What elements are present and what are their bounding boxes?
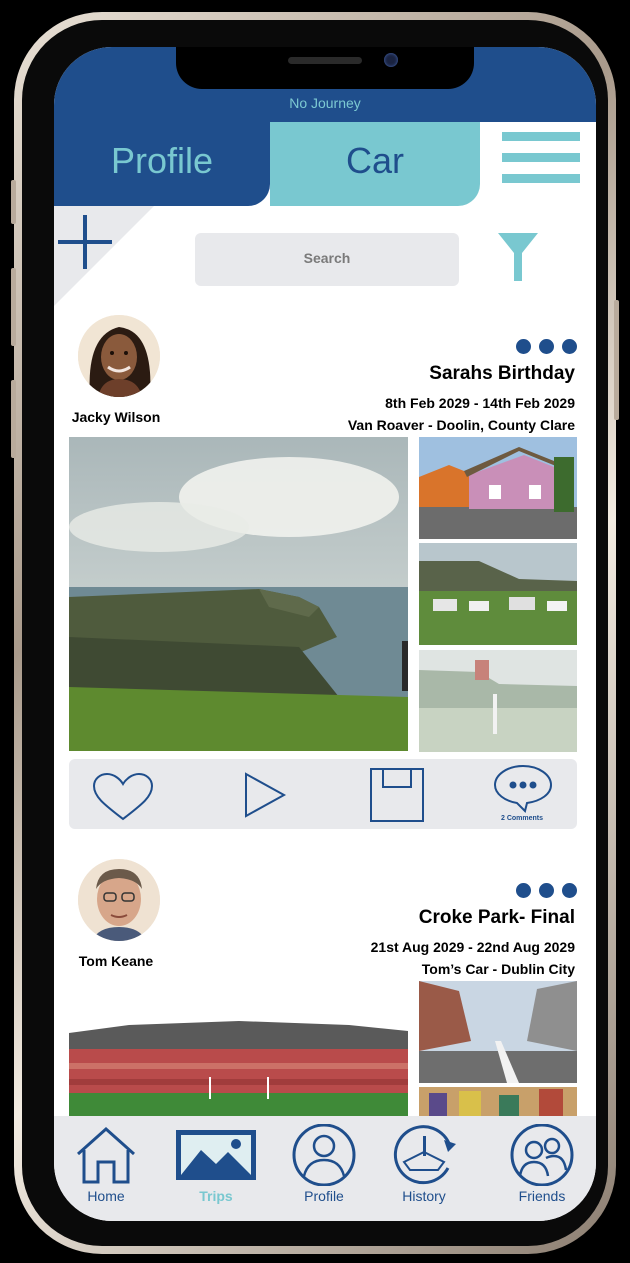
comments-count[interactable]: 2 Comments (501, 815, 543, 822)
nav-history[interactable]: History (374, 1116, 474, 1221)
trip-route: Tom’s Car - Dublin City (421, 961, 575, 977)
like-heart-icon[interactable] (91, 772, 155, 826)
bottom-navigation: Home Trips Profile History Friends (54, 1116, 596, 1221)
search-input[interactable]: Search (195, 233, 459, 286)
add-trip-plus-icon[interactable] (58, 215, 112, 269)
filter-icon[interactable] (498, 233, 538, 281)
hamburger-menu-icon[interactable] (502, 131, 582, 183)
nav-label: History (402, 1188, 446, 1204)
nav-label: Friends (518, 1188, 566, 1204)
post-action-bar: 2 Comments (69, 759, 577, 829)
image-icon (166, 1124, 266, 1186)
main-photo[interactable] (69, 437, 408, 751)
thumbnail-photo[interactable] (419, 437, 577, 539)
thumbnail-photo[interactable] (419, 543, 577, 645)
author-name: Jacky Wilson (71, 409, 161, 425)
nav-label: Trips (199, 1188, 233, 1204)
comments-icon[interactable] (493, 763, 553, 818)
save-icon[interactable] (369, 767, 425, 828)
app-screen: No Journey Profile Car Search Jacky Wils… (54, 47, 596, 1221)
nav-trips[interactable]: Trips (166, 1116, 266, 1221)
power-button (614, 300, 619, 420)
volume-down-button (11, 380, 16, 458)
notch (176, 47, 474, 89)
nav-label: Home (87, 1188, 125, 1204)
friends-icon (492, 1123, 592, 1187)
nav-home[interactable]: Home (56, 1116, 156, 1221)
trip-dates: 21st Aug 2029 - 22nd Aug 2029 (370, 939, 575, 955)
history-icon (374, 1124, 474, 1186)
nav-label: Profile (304, 1188, 344, 1204)
volume-up-button (11, 268, 16, 346)
person-icon (274, 1123, 374, 1187)
more-options-icon[interactable] (516, 339, 578, 355)
front-camera (384, 53, 398, 67)
trip-route: Van Roaver - Doolin, County Clare (347, 417, 575, 433)
thumbnail-photo[interactable] (419, 1087, 577, 1117)
mute-switch (11, 180, 16, 224)
house-icon (56, 1124, 156, 1186)
author-name: Tom Keane (78, 953, 154, 969)
search-placeholder: Search (303, 250, 351, 266)
trip-title: Croke Park- Final (418, 907, 575, 928)
trip-dates: 8th Feb 2029 - 14th Feb 2029 (385, 395, 575, 411)
main-photo[interactable] (69, 981, 408, 1121)
tab-profile-label: Profile (110, 140, 214, 181)
more-options-icon[interactable] (516, 883, 578, 899)
thumbnail-photo[interactable] (419, 650, 577, 752)
thumbnail-photo[interactable] (419, 981, 577, 1083)
tab-profile[interactable]: Profile (54, 122, 270, 206)
speaker (288, 57, 362, 64)
nav-profile[interactable]: Profile (274, 1116, 374, 1221)
journey-status: No Journey (289, 95, 361, 111)
avatar[interactable] (78, 315, 160, 397)
trip-title: Sarahs Birthday (429, 363, 575, 384)
avatar[interactable] (78, 859, 160, 941)
tab-car-label: Car (345, 140, 404, 181)
nav-friends[interactable]: Friends (492, 1116, 592, 1221)
tab-car[interactable]: Car (270, 122, 480, 206)
play-icon[interactable] (243, 771, 287, 824)
